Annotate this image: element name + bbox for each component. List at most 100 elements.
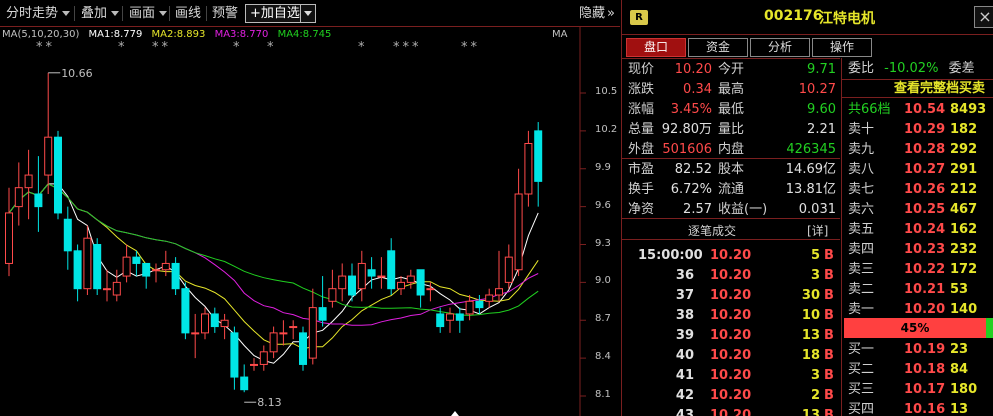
diff-label: 委差 xyxy=(948,61,975,76)
quote-label: 总量 xyxy=(628,122,655,137)
tab-operate[interactable]: 操作 xyxy=(812,38,872,57)
ask-row[interactable]: 卖六 10.25 467 xyxy=(842,200,993,220)
quote-value: 13.81亿 xyxy=(785,182,836,197)
ask-row[interactable]: 卖一 10.20 140 xyxy=(842,300,993,320)
candle xyxy=(455,307,464,333)
close-button[interactable]: × xyxy=(974,6,993,28)
tick-volume: 5 xyxy=(810,248,820,263)
bid-row[interactable]: 买二 10.18 84 xyxy=(842,360,993,380)
candle xyxy=(161,250,170,277)
ask-price: 10.23 xyxy=(904,242,946,257)
candle xyxy=(152,263,160,283)
tick-price: 10.20 xyxy=(710,248,752,263)
ask-row[interactable]: 卖四 10.23 232 xyxy=(842,240,993,260)
quote-label: 涨跌 xyxy=(628,82,655,97)
candle xyxy=(93,238,102,295)
bid-row[interactable]: 买三 10.17 180 xyxy=(842,380,993,400)
ask-row[interactable]: 卖九 10.28 292 xyxy=(842,140,993,160)
tick-volume: 13 xyxy=(801,328,820,343)
tick-volume: 30 xyxy=(801,288,820,303)
ask-price: 10.20 xyxy=(904,302,946,317)
tick-time: 38 xyxy=(675,308,694,323)
ask-row[interactable]: 卖三 10.22 172 xyxy=(842,260,993,280)
ask-row[interactable]: 卖二 10.21 53 xyxy=(842,280,993,300)
low-annotation: 8.13 xyxy=(257,396,282,409)
tick-volume: 3 xyxy=(810,368,820,383)
ask-volume: 467 xyxy=(950,202,978,217)
tick-row: 41 10.20 3 B xyxy=(622,366,840,386)
tick-price: 10.20 xyxy=(710,348,752,363)
tick-row: 42 10.20 2 B xyxy=(622,386,840,406)
ask-row[interactable]: 卖五 10.24 162 xyxy=(842,220,993,240)
quote-label: 最低 xyxy=(718,102,745,117)
bid-level: 买三 xyxy=(848,382,875,397)
divider xyxy=(622,158,840,159)
tick-row: 15:00:00 10.20 5 B xyxy=(622,246,840,266)
tick-volume: 13 xyxy=(801,408,820,416)
tick-price: 10.20 xyxy=(710,288,752,303)
quote-label: 净资 xyxy=(628,202,655,217)
y-tick-label: 9.0 xyxy=(595,275,611,287)
quote-label: 市盈 xyxy=(628,162,655,177)
y-tick-label: 9.9 xyxy=(595,161,611,173)
tick-price: 10.20 xyxy=(710,268,752,283)
candlestick-chart[interactable]: 10.66 8.13 xyxy=(0,0,620,416)
full-depth-link[interactable]: 查看完整档买卖 xyxy=(842,79,993,98)
quote-row: 总量 92.80万 量比 2.21 xyxy=(622,120,840,140)
ask-row[interactable]: 卖八 10.27 291 xyxy=(842,160,993,180)
tick-volume: 3 xyxy=(810,268,820,283)
ask-row[interactable]: 卖七 10.26 212 xyxy=(842,180,993,200)
quote-label: 今开 xyxy=(718,62,745,77)
y-tick-label: 10.2 xyxy=(595,123,618,135)
ask-row[interactable]: 卖十 10.29 182 xyxy=(842,120,993,140)
candle xyxy=(250,358,258,371)
candle xyxy=(191,313,200,359)
ask-price: 10.24 xyxy=(904,222,946,237)
candle xyxy=(299,326,307,371)
y-tick-label: 8.1 xyxy=(595,389,611,400)
tick-side: B xyxy=(824,268,834,283)
quote-row: 外盘 501606 内盘 426345 xyxy=(622,140,840,160)
quote-label: 外盘 xyxy=(628,142,655,157)
ask-price: 10.25 xyxy=(904,202,946,217)
quote-row: 涨幅 3.45% 最低 9.60 xyxy=(622,100,840,120)
candle xyxy=(308,288,317,365)
quote-value: 92.80万 xyxy=(661,122,712,137)
candle xyxy=(14,162,23,226)
ask-row[interactable]: 共66档 10.54 8493 xyxy=(842,100,993,120)
candle xyxy=(73,244,82,302)
tick-row: 40 10.20 18 B xyxy=(622,346,840,366)
candle xyxy=(387,238,396,295)
quote-label: 流通 xyxy=(718,182,745,197)
scroll-marker-icon[interactable] xyxy=(451,411,459,416)
tick-volume: 10 xyxy=(801,308,820,323)
ask-price: 10.29 xyxy=(904,122,946,137)
candle xyxy=(240,364,249,393)
candle xyxy=(230,326,239,390)
ask-level: 卖四 xyxy=(848,242,875,257)
tab-funds[interactable]: 资金 xyxy=(688,38,748,57)
sell-ratio: 45% xyxy=(844,318,986,338)
bid-row[interactable]: 买四 10.16 13 xyxy=(842,400,993,416)
tab-analysis[interactable]: 分析 xyxy=(750,38,810,57)
tick-volume: 18 xyxy=(801,348,820,363)
tick-side: B xyxy=(824,248,834,263)
ask-price: 10.54 xyxy=(904,102,946,117)
quote-value: 14.69亿 xyxy=(785,162,836,177)
candle xyxy=(446,307,454,333)
candle xyxy=(318,276,327,327)
bid-row[interactable]: 买一 10.19 23 xyxy=(842,340,993,360)
candle xyxy=(416,269,425,308)
ask-volume: 182 xyxy=(950,122,978,137)
quote-panel: R 002176 江特电机 × 盘口 资金 分析 操作 现价 10.20 今开 9.7… xyxy=(621,0,993,416)
ask-level: 卖九 xyxy=(848,142,875,157)
candle xyxy=(279,320,288,346)
quote-value: 0.031 xyxy=(798,202,836,217)
ticks-detail-link[interactable]: [详] xyxy=(807,222,828,239)
quote-row: 现价 10.20 今开 9.71 xyxy=(622,60,840,80)
quote-row: 涨跌 0.34 最高 10.27 xyxy=(622,80,840,100)
tab-orderbook[interactable]: 盘口 xyxy=(626,38,686,57)
candle xyxy=(269,326,278,359)
buy-sell-ratio-bar: 45% 55 xyxy=(844,318,993,338)
quote-value: 9.60 xyxy=(807,102,836,117)
